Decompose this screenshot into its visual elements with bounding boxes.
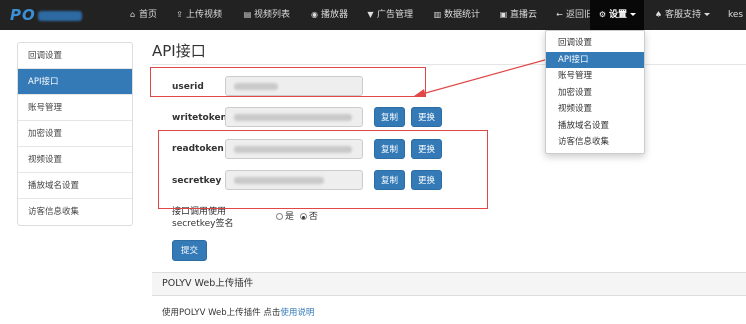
nav-settings[interactable]: ⚙ 设置: [590, 0, 645, 30]
userid-highlight-box: [150, 67, 426, 97]
film-icon: ▤: [243, 10, 252, 19]
nav-ad-label: 广告管理: [377, 10, 414, 20]
writetoken-field[interactable]: [225, 107, 363, 127]
plugin-usage-link[interactable]: 使用说明: [280, 308, 314, 318]
sidebar-item-account[interactable]: 账号管理: [18, 95, 132, 121]
nav-home-label: 首页: [139, 10, 158, 20]
writetoken-blurred-value: [234, 114, 352, 121]
dropdown-item-callback[interactable]: 回调设置: [546, 35, 644, 52]
dropdown-item-api[interactable]: API接口: [546, 51, 644, 68]
sign-no-radio[interactable]: [299, 213, 307, 220]
dropdown-item-account[interactable]: 账号管理: [546, 68, 644, 85]
nav-support[interactable]: ♠ 客服支持: [654, 0, 711, 30]
upload-icon: ⇪: [176, 10, 183, 19]
title-divider: [152, 64, 746, 65]
bell-icon: ♠: [654, 10, 663, 19]
nav-upload-label: 上传视频: [186, 10, 223, 20]
nav-player[interactable]: ◉ 播放器: [310, 0, 348, 30]
nav-user-label: kes: [728, 10, 744, 20]
sidebar-item-video-settings[interactable]: 视频设置: [18, 147, 132, 173]
sign-no-label: 否: [308, 212, 318, 222]
plugin-text: 使用POLYV Web上传插件 点击: [162, 308, 281, 318]
sign-yes-label: 是: [285, 212, 295, 222]
sign-label-line2: secretkey签名: [172, 219, 234, 229]
nav-statistics-label: 数据统计: [444, 10, 481, 20]
sidebar-item-encryption[interactable]: 加密设置: [18, 121, 132, 147]
sidebar-item-callback[interactable]: 回调设置: [18, 43, 132, 69]
top-navbar: PO ⌂ 首页 ⇪ 上传视频 ▤ 视频列表 ◉ 播放器 ▼ 广告管理 ▥ 数据统计 ▣ 直播云…: [0, 0, 746, 30]
arrow-left-icon: ←: [556, 10, 563, 19]
nav-user[interactable]: kes: [728, 0, 743, 30]
polyv-logo[interactable]: PO: [10, 6, 82, 24]
nav-live-cloud[interactable]: ▣ 直播云: [499, 0, 537, 30]
page-title: API接口: [152, 42, 206, 60]
submit-button[interactable]: 提交: [172, 240, 208, 261]
logo-text: PO: [10, 6, 36, 24]
home-icon: ⌂: [129, 10, 136, 19]
settings-dropdown-menu: 回调设置 API接口 账号管理 加密设置 视频设置 播放域名设置 访客信息收集: [545, 30, 645, 154]
nav-live-label: 直播云: [510, 10, 538, 20]
sidebar-item-play-domain[interactable]: 播放域名设置: [18, 173, 132, 199]
writetoken-label: writetoken: [172, 113, 227, 123]
settings-sidebar: 回调设置 API接口 账号管理 加密设置 视频设置 播放域名设置 访客信息收集: [17, 42, 133, 226]
plugin-panel-heading: POLYV Web上传插件: [152, 272, 746, 296]
sign-radio-group: 是 否: [276, 209, 318, 222]
plugin-panel-text: 使用POLYV Web上传插件 点击使用说明: [162, 306, 314, 318]
sign-yes-radio[interactable]: [276, 213, 283, 220]
live-icon: ▣: [499, 10, 508, 19]
nav-player-label: 播放器: [321, 10, 349, 20]
dropdown-item-video-settings[interactable]: 视频设置: [546, 101, 644, 118]
caret-down-icon: [704, 13, 711, 16]
nav-upload-video[interactable]: ⇪ 上传视频: [175, 0, 222, 30]
nav-home[interactable]: ⌂ 首页: [128, 0, 157, 30]
caret-down-icon: [630, 13, 637, 16]
play-circle-icon: ◉: [311, 10, 318, 19]
sign-option-label: 接口调用使用 secretkey签名: [172, 206, 234, 230]
tokens-highlight-box: [158, 130, 488, 209]
nav-video-list[interactable]: ▤ 视频列表: [243, 0, 290, 30]
filter-icon: ▼: [367, 10, 374, 19]
nav-support-label: 客服支持: [665, 10, 702, 20]
sidebar-item-api[interactable]: API接口: [18, 69, 132, 95]
gear-icon: ⚙: [598, 10, 607, 19]
sidebar-item-visitor-info[interactable]: 访客信息收集: [18, 199, 132, 225]
dropdown-item-visitor-info[interactable]: 访客信息收集: [546, 134, 644, 151]
nav-ad-management[interactable]: ▼ 广告管理: [366, 0, 413, 30]
bar-chart-icon: ▥: [433, 10, 442, 19]
logo-blurred: [37, 10, 82, 21]
nav-statistics[interactable]: ▥ 数据统计: [433, 0, 480, 30]
nav-video-list-label: 视频列表: [254, 10, 291, 20]
dropdown-item-play-domain[interactable]: 播放域名设置: [546, 118, 644, 135]
dropdown-item-encryption[interactable]: 加密设置: [546, 85, 644, 102]
writetoken-replace-button[interactable]: 更换: [411, 107, 443, 127]
writetoken-copy-button[interactable]: 复制: [374, 107, 406, 127]
nav-settings-label: 设置: [609, 10, 628, 20]
